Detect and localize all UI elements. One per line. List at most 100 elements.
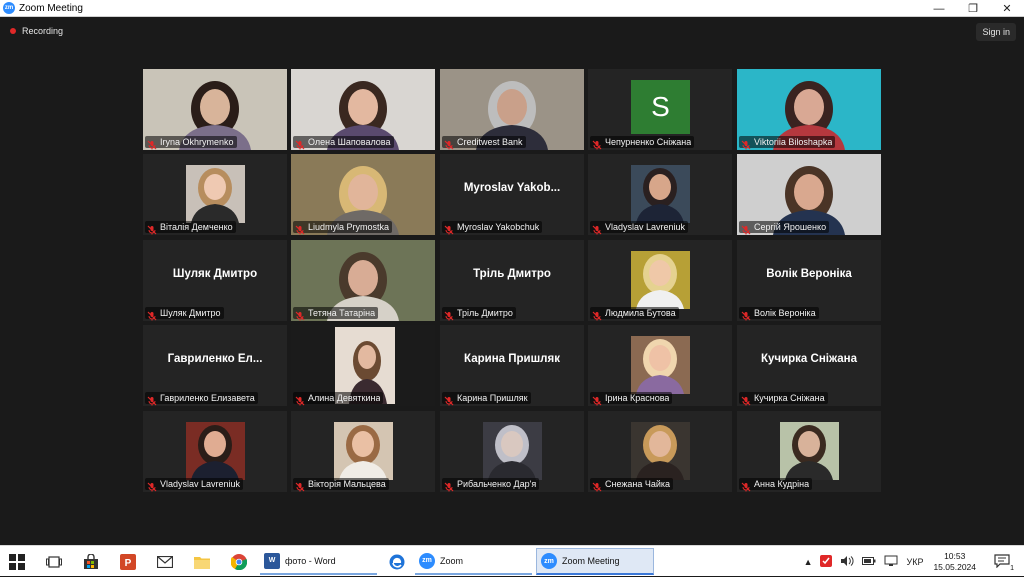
- taskbar-task-word[interactable]: W фото - Word: [260, 548, 377, 575]
- participant-nametag: Сергій Ярошенко: [739, 221, 830, 235]
- participant-name: Creditwest Bank: [457, 137, 523, 147]
- task-view-icon[interactable]: [43, 551, 65, 573]
- clock-date: 15.05.2024: [933, 561, 976, 572]
- notification-count: 1: [1010, 564, 1014, 572]
- volume-icon[interactable]: [840, 555, 854, 569]
- participant-nametag: Снежана Чайка: [590, 478, 674, 492]
- participant-tile[interactable]: Vladyslav Lavreniuk: [143, 411, 287, 492]
- participant-nametag: Карина Пришляк: [442, 392, 531, 406]
- mic-muted-icon: [444, 393, 454, 406]
- participant-tile[interactable]: Кучирка Сніжана Кучирка Сніжана: [737, 325, 881, 406]
- participant-name: Вікторія Мальцева: [308, 479, 386, 489]
- participant-nametag: Алина Девяткина: [293, 392, 384, 406]
- participant-name: Віталія Демченко: [160, 222, 233, 232]
- participant-tile[interactable]: Liudmyla Prymostka: [291, 154, 435, 235]
- notifications-icon[interactable]: 1: [994, 553, 1014, 572]
- participant-tile[interactable]: Людмила Бутова: [588, 240, 732, 321]
- chrome-icon[interactable]: [228, 551, 250, 573]
- participant-tile[interactable]: Шуляк Дмитро Шуляк Дмитро: [143, 240, 287, 321]
- file-explorer-icon[interactable]: [191, 551, 213, 573]
- participant-tile[interactable]: Гавриленко Ел... Гавриленко Елизавета: [143, 325, 287, 406]
- participant-nametag: Vladyslav Lavreniuk: [590, 221, 689, 235]
- powerpoint-icon[interactable]: P: [117, 551, 139, 573]
- participant-initial-avatar: S: [631, 80, 690, 134]
- mic-muted-icon: [741, 393, 751, 406]
- participant-name: Myroslav Yakobchuk: [457, 222, 540, 232]
- network-icon[interactable]: [884, 555, 898, 569]
- participant-display-name: Гавриленко Ел...: [167, 353, 263, 365]
- participant-name: Тетяна Татаріна: [308, 308, 376, 318]
- participant-display-name: Myroslav Yakob...: [463, 182, 561, 194]
- participant-tile[interactable]: Ірина Краснова: [588, 325, 732, 406]
- participant-name: Олена Шаповалова: [308, 137, 391, 147]
- participant-tile[interactable]: Волік Вероніка Волік Вероніка: [737, 240, 881, 321]
- mic-muted-icon: [592, 393, 602, 406]
- windows-start-icon[interactable]: [6, 551, 28, 573]
- maximize-button[interactable]: ❐: [956, 0, 990, 17]
- participant-display-name: Тріль Дмитро: [473, 268, 551, 280]
- taskbar-task-zoom[interactable]: zm Zoom: [415, 548, 532, 575]
- participant-name: Карина Пришляк: [457, 393, 528, 403]
- participant-tile[interactable]: Сергій Ярошенко: [737, 154, 881, 235]
- participant-nametag: Людмила Бутова: [590, 307, 679, 321]
- participant-tile[interactable]: Viktoriia Biloshapka: [737, 69, 881, 150]
- sign-in-button[interactable]: Sign in: [976, 23, 1016, 41]
- clock[interactable]: 10:53 15.05.2024: [933, 551, 976, 573]
- participant-name: Чепурненко Сніжана: [605, 137, 692, 147]
- participant-tile[interactable]: Vladyslav Lavreniuk: [588, 154, 732, 235]
- mic-muted-icon: [741, 479, 751, 492]
- participant-nametag: Тетяна Татаріна: [293, 307, 379, 321]
- mic-muted-icon: [295, 222, 305, 235]
- antivirus-icon[interactable]: [820, 554, 833, 569]
- minimize-button[interactable]: —: [922, 0, 956, 17]
- participant-tile[interactable]: Віталія Демченко: [143, 154, 287, 235]
- store-icon[interactable]: [80, 551, 102, 573]
- system-tray: ▲ УКР 10:53 15.05.2024 1: [804, 546, 1024, 577]
- participant-tile[interactable]: Снежана Чайка: [588, 411, 732, 492]
- mic-muted-icon: [147, 137, 157, 150]
- participant-nametag: Волік Вероніка: [739, 307, 819, 321]
- participant-tile[interactable]: S Чепурненко Сніжана: [588, 69, 732, 150]
- participant-tile[interactable]: Вікторія Мальцева: [291, 411, 435, 492]
- participant-nametag: Шуляк Дмитро: [145, 307, 224, 321]
- language-indicator[interactable]: УКР: [906, 557, 923, 567]
- participant-tile[interactable]: Creditwest Bank: [440, 69, 584, 150]
- participant-tile[interactable]: Myroslav Yakob... Myroslav Yakobchuk: [440, 154, 584, 235]
- participant-tile[interactable]: Тетяна Татаріна: [291, 240, 435, 321]
- participant-nametag: Liudmyla Prymostka: [293, 221, 393, 235]
- participant-nametag: Ірина Краснова: [590, 392, 673, 406]
- mail-icon[interactable]: [154, 551, 176, 573]
- participant-nametag: Viktoriia Biloshapka: [739, 136, 836, 150]
- participant-tile[interactable]: Олена Шаповалова: [291, 69, 435, 150]
- participant-tile[interactable]: Iryna Okhrymenko: [143, 69, 287, 150]
- participant-nametag: Myroslav Yakobchuk: [442, 221, 543, 235]
- mic-muted-icon: [295, 308, 305, 321]
- participant-tile[interactable]: Тріль Дмитро Тріль Дмитро: [440, 240, 584, 321]
- recording-indicator[interactable]: Recording: [10, 26, 63, 36]
- mic-muted-icon: [147, 393, 157, 406]
- close-button[interactable]: ✕: [990, 0, 1024, 17]
- battery-icon[interactable]: [862, 556, 876, 568]
- participant-nametag: Олена Шаповалова: [293, 136, 394, 150]
- participant-name: Кучирка Сніжана: [754, 393, 825, 403]
- zoom-meeting-icon: zm: [541, 553, 557, 569]
- edge-icon[interactable]: [386, 551, 408, 573]
- taskbar-task-label: Zoom: [440, 555, 464, 566]
- mic-muted-icon: [295, 479, 305, 492]
- participant-name: Iryna Okhrymenko: [160, 137, 234, 147]
- participant-nametag: Рибальченко Дар'я: [442, 478, 540, 492]
- participant-display-name: Карина Пришляк: [464, 353, 560, 365]
- chevron-up-icon[interactable]: ▲: [804, 557, 813, 567]
- mic-muted-icon: [592, 308, 602, 321]
- word-icon: W: [264, 552, 280, 569]
- participant-tile[interactable]: Алина Девяткина: [291, 325, 435, 406]
- participant-tile[interactable]: Анна Кудріна: [737, 411, 881, 492]
- participant-name: Людмила Бутова: [605, 308, 676, 318]
- mic-muted-icon: [592, 222, 602, 235]
- participant-tile[interactable]: Карина Пришляк Карина Пришляк: [440, 325, 584, 406]
- participant-name: Ірина Краснова: [605, 393, 670, 403]
- participant-tile[interactable]: Рибальченко Дар'я: [440, 411, 584, 492]
- taskbar-task-zoom-meeting[interactable]: zm Zoom Meeting: [536, 548, 654, 575]
- recording-dot-icon: [10, 28, 16, 34]
- participant-display-name: Кучирка Сніжана: [760, 353, 857, 365]
